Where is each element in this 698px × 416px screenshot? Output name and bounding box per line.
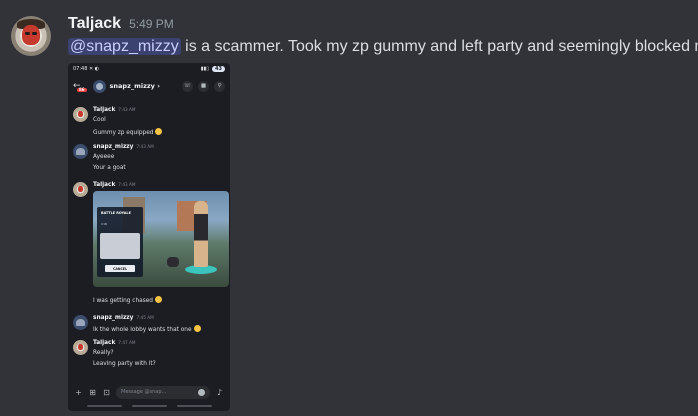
status-icons: ✕ ◐ <box>89 66 100 72</box>
dm-author: Taljack <box>93 340 116 346</box>
attached-screenshot[interactable]: 07:48 ✕ ◐ ▮▮▯ 43 ← 86 snapz_mizzy › ☏ ■ ⚲ … <box>68 63 230 411</box>
dm-line-with-emoji: I was getting chased <box>93 296 162 304</box>
dm-line: Gummy zp equipped <box>93 130 154 136</box>
back-arrow-icon: ← 86 <box>73 80 87 92</box>
dm-time: 7:43 AM <box>136 144 154 149</box>
message-text: @snapz_mizzy is a scammer. Took my zp gu… <box>68 38 698 56</box>
dm-line: Ik the whole lobby wants that one <box>93 327 192 333</box>
dm-line: I was getting chased <box>93 298 153 304</box>
game-mode-title: BATTLE ROYALE <box>101 211 131 215</box>
phone-nav-bar <box>68 405 230 409</box>
plus-icon: + <box>75 387 82 397</box>
dm-time: 7:45 AM <box>136 315 154 320</box>
dm-message-input: Message @snap... <box>116 385 210 399</box>
dm-author-avatar <box>73 107 88 122</box>
phone-icon: ☏ <box>182 80 193 92</box>
dm-name-text: snapz_mizzy <box>109 82 155 90</box>
author-avatar[interactable] <box>11 16 51 56</box>
message-header: Taljack 5:49 PM <box>68 15 174 33</box>
unread-badge: 86 <box>77 86 87 92</box>
dm-input-placeholder: Message @snap... <box>121 389 167 395</box>
dm-name: snapz_mizzy › <box>110 82 160 90</box>
dm-author-avatar <box>73 315 88 330</box>
emoji-icon <box>155 128 163 135</box>
game-cancel-label: CANCEL <box>105 265 135 272</box>
dm-author-avatar <box>73 144 88 159</box>
dm-message: Taljack 7:43 AM Cool Gummy zp equipped <box>73 107 225 137</box>
video-icon: ■ <box>198 80 209 92</box>
phone-status-bar: 07:48 ✕ ◐ ▮▮▯ 43 <box>68 63 230 75</box>
dm-time: 7:47 AM <box>118 340 136 345</box>
game-character <box>194 201 208 267</box>
dm-time: 7:43 AM <box>118 107 136 112</box>
dm-message: Taljack 7:47 AM Really? Leaving party wit… <box>73 340 225 370</box>
dm-message: Taljack 7:43 AM BATTLE ROYALE C18 CANCEL … <box>73 182 229 312</box>
dm-line: Cool <box>93 117 106 123</box>
emoji-icon <box>198 388 205 396</box>
battery-indicator: 43 <box>212 66 225 72</box>
dm-author-avatar <box>73 340 88 355</box>
dm-line: Your a goat <box>93 165 126 171</box>
dm-message: snapz_mizzy 7:43 AM Ayeeee Your a goat <box>73 144 225 174</box>
dm-time: 7:43 AM <box>118 182 136 187</box>
dm-author: Taljack <box>93 182 116 188</box>
dm-composer: + ⊞ ⊡ Message @snap... ♪ <box>68 383 230 401</box>
dm-author-avatar <box>73 182 88 197</box>
dm-header: ← 86 snapz_mizzy › ☏ ■ ⚲ <box>68 75 230 97</box>
game-screenshot-image: BATTLE ROYALE C18 CANCEL <box>93 191 229 287</box>
dm-author: snapz_mizzy <box>93 144 134 150</box>
dm-line-with-emoji: Ik the whole lobby wants that one <box>93 325 201 333</box>
message-body: is a scammer. Took my zp gummy and left … <box>180 38 698 55</box>
apps-icon: ⊞ <box>89 387 96 397</box>
dm-author: Taljack <box>93 107 116 113</box>
status-time: 07:48 <box>73 66 88 72</box>
emoji-icon <box>155 296 162 303</box>
game-mode-sub: C18 <box>101 222 107 226</box>
message-timestamp: 5:49 PM <box>129 17 174 31</box>
dm-message: snapz_mizzy 7:45 AM Ik the whole lobby wa… <box>73 315 225 335</box>
microphone-icon: ♪ <box>216 387 223 397</box>
chat-message: Taljack 5:49 PM @snapz_mizzy is a scamme… <box>0 0 698 416</box>
chevron-right-icon: › <box>157 82 160 90</box>
dm-author: snapz_mizzy <box>93 315 134 321</box>
author-name[interactable]: Taljack <box>68 15 121 33</box>
signal-icon: ▮▮▯ <box>200 66 210 72</box>
gift-icon: ⊡ <box>103 387 110 397</box>
emoji-icon <box>193 325 201 332</box>
dm-line: Really? <box>93 350 114 356</box>
dm-avatar <box>92 79 106 93</box>
dm-line-with-emoji: Gummy zp equipped <box>93 128 163 136</box>
search-icon: ⚲ <box>214 80 225 92</box>
dm-line: Ayeeee <box>93 154 115 160</box>
user-mention[interactable]: @snapz_mizzy <box>68 38 181 55</box>
dm-line: Leaving party with it? <box>93 361 156 367</box>
